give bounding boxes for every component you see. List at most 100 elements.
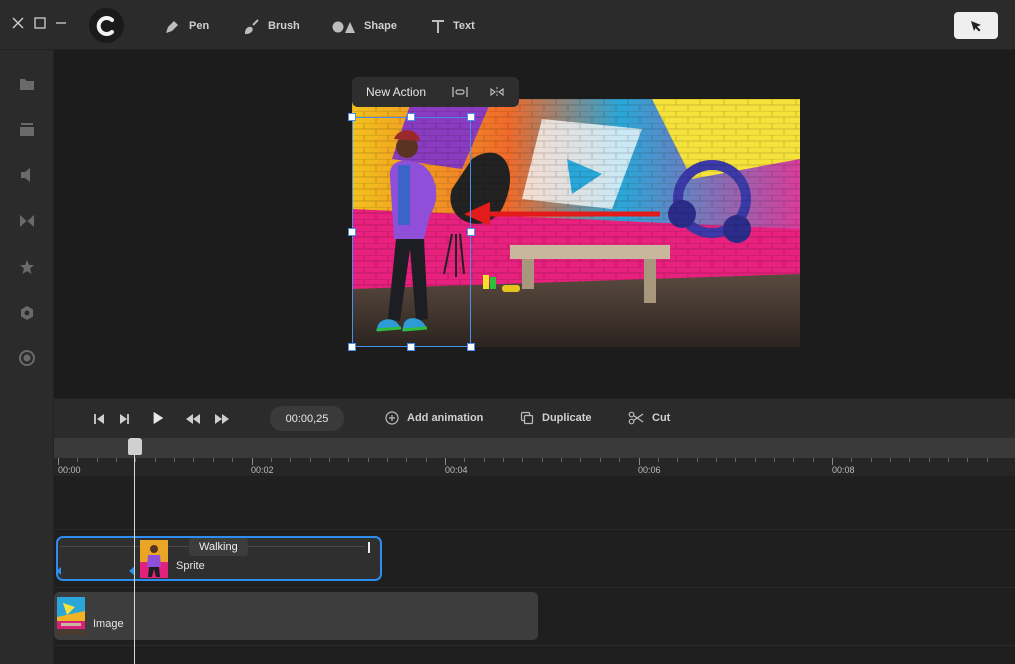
skip-to-start-icon[interactable] xyxy=(93,412,105,426)
ruler-tick xyxy=(657,458,659,462)
selection-box[interactable] xyxy=(352,117,471,347)
ruler-tick xyxy=(909,458,911,462)
new-action-button[interactable]: New Action xyxy=(366,85,426,99)
pen-icon xyxy=(166,20,178,33)
step-forward-icon[interactable] xyxy=(118,412,130,426)
star-icon[interactable] xyxy=(19,259,35,275)
ruler-tick xyxy=(464,458,466,462)
ruler-tick xyxy=(561,458,563,462)
current-time-display[interactable]: 00:00,25 xyxy=(270,406,344,431)
resize-handle-right[interactable] xyxy=(467,228,475,236)
sprite-thumbnail xyxy=(140,540,168,578)
shape-tool-button[interactable]: Shape xyxy=(332,14,397,38)
ruler-tick xyxy=(116,458,118,462)
resize-handle-bottom-left[interactable] xyxy=(348,343,356,351)
ruler-tick xyxy=(290,458,292,462)
ruler-tick xyxy=(793,458,795,462)
ruler-label-6: 00:06 xyxy=(638,465,661,475)
text-tool-button[interactable]: Text xyxy=(431,14,475,38)
clip-start-marker-icon[interactable] xyxy=(56,567,62,575)
maximize-window-icon[interactable] xyxy=(34,17,46,29)
select-tool-button[interactable] xyxy=(954,12,998,39)
ruler-tick xyxy=(309,458,311,462)
record-icon[interactable] xyxy=(19,350,35,366)
ruler-tick xyxy=(967,458,969,462)
rewind-icon[interactable] xyxy=(185,412,201,426)
ruler-tick xyxy=(890,458,892,462)
minimize-window-icon[interactable] xyxy=(55,17,67,29)
action-popup: New Action xyxy=(352,77,519,107)
image-thumbnail xyxy=(57,597,85,635)
resize-handle-top-right[interactable] xyxy=(467,113,475,121)
fit-width-icon[interactable] xyxy=(452,85,468,99)
add-animation-button[interactable]: Add animation xyxy=(385,410,483,426)
ruler-tick xyxy=(154,458,156,462)
duplicate-button[interactable]: Duplicate xyxy=(520,410,592,426)
image-clip-label: Image xyxy=(93,618,124,630)
ruler-tick xyxy=(986,458,988,462)
resize-handle-top-left[interactable] xyxy=(348,113,356,121)
close-window-icon[interactable] xyxy=(12,17,24,29)
ruler-tick xyxy=(832,458,833,465)
motion-path-arrow[interactable] xyxy=(460,198,665,230)
brush-tool-label: Brush xyxy=(268,20,300,32)
flip-horizontal-icon[interactable] xyxy=(489,85,505,99)
add-animation-label: Add animation xyxy=(407,412,484,424)
ruler-tick xyxy=(174,458,176,462)
ruler-tick xyxy=(425,458,427,462)
sprite-clip-label: Sprite xyxy=(176,560,205,572)
transition-icon[interactable] xyxy=(19,213,35,229)
audio-icon[interactable] xyxy=(19,167,35,183)
app-logo xyxy=(89,8,124,43)
cut-label: Cut xyxy=(652,412,671,424)
ruler-tick xyxy=(445,458,446,465)
playhead-handle[interactable] xyxy=(128,438,142,455)
folder-icon[interactable] xyxy=(19,76,35,92)
resize-handle-bottom[interactable] xyxy=(407,343,415,351)
ruler-tick xyxy=(232,458,234,462)
resize-handle-top[interactable] xyxy=(407,113,415,121)
ruler-tick xyxy=(212,458,214,462)
ruler-tick xyxy=(96,458,98,462)
animation-badge[interactable]: Walking xyxy=(189,538,248,556)
animation-end-marker[interactable] xyxy=(368,542,370,553)
hexagon-icon[interactable] xyxy=(19,305,35,321)
resize-handle-bottom-right[interactable] xyxy=(467,343,475,351)
ruler-tick xyxy=(948,458,950,462)
pen-tool-button[interactable]: Pen xyxy=(164,14,209,38)
scrub-strip[interactable] xyxy=(54,438,1015,458)
cut-button[interactable]: Cut xyxy=(628,410,670,426)
media-icon[interactable] xyxy=(19,121,35,137)
ruler-tick xyxy=(135,458,137,462)
ruler-tick xyxy=(77,458,79,462)
ruler-tick xyxy=(270,458,272,462)
add-circle-icon xyxy=(385,411,399,425)
ruler-label-8: 00:08 xyxy=(832,465,855,475)
logo-icon xyxy=(96,15,114,36)
ruler-tick xyxy=(851,458,853,462)
pen-tool-label: Pen xyxy=(189,20,210,32)
ruler-tick xyxy=(696,458,698,462)
image-clip[interactable] xyxy=(54,592,538,640)
ruler-tick xyxy=(580,458,582,462)
left-sidebar xyxy=(0,50,54,664)
shape-icon xyxy=(332,21,355,33)
brush-tool-button[interactable]: Brush xyxy=(243,14,300,38)
fast-forward-icon[interactable] xyxy=(214,412,230,426)
timeline-ruler[interactable]: 00:00 00:02 00:04 00:06 00:08 xyxy=(54,438,1015,476)
play-icon[interactable] xyxy=(151,411,165,425)
app-window: Pen Brush Shape Text New Action 00:00,25… xyxy=(0,0,1015,664)
text-icon xyxy=(432,19,444,33)
ruler-tick xyxy=(599,458,601,462)
ruler-label-4: 00:04 xyxy=(445,465,468,475)
ruler-tick xyxy=(541,458,543,462)
duplicate-icon xyxy=(520,411,534,425)
text-tool-label: Text xyxy=(453,20,475,32)
ruler-tick xyxy=(870,458,872,462)
image-thumbnail-image xyxy=(57,597,85,635)
ruler-tick xyxy=(193,458,195,462)
duplicate-label: Duplicate xyxy=(542,412,592,424)
resize-handle-left[interactable] xyxy=(348,228,356,236)
ruler-tick xyxy=(348,458,350,462)
ruler-tick xyxy=(406,458,408,462)
